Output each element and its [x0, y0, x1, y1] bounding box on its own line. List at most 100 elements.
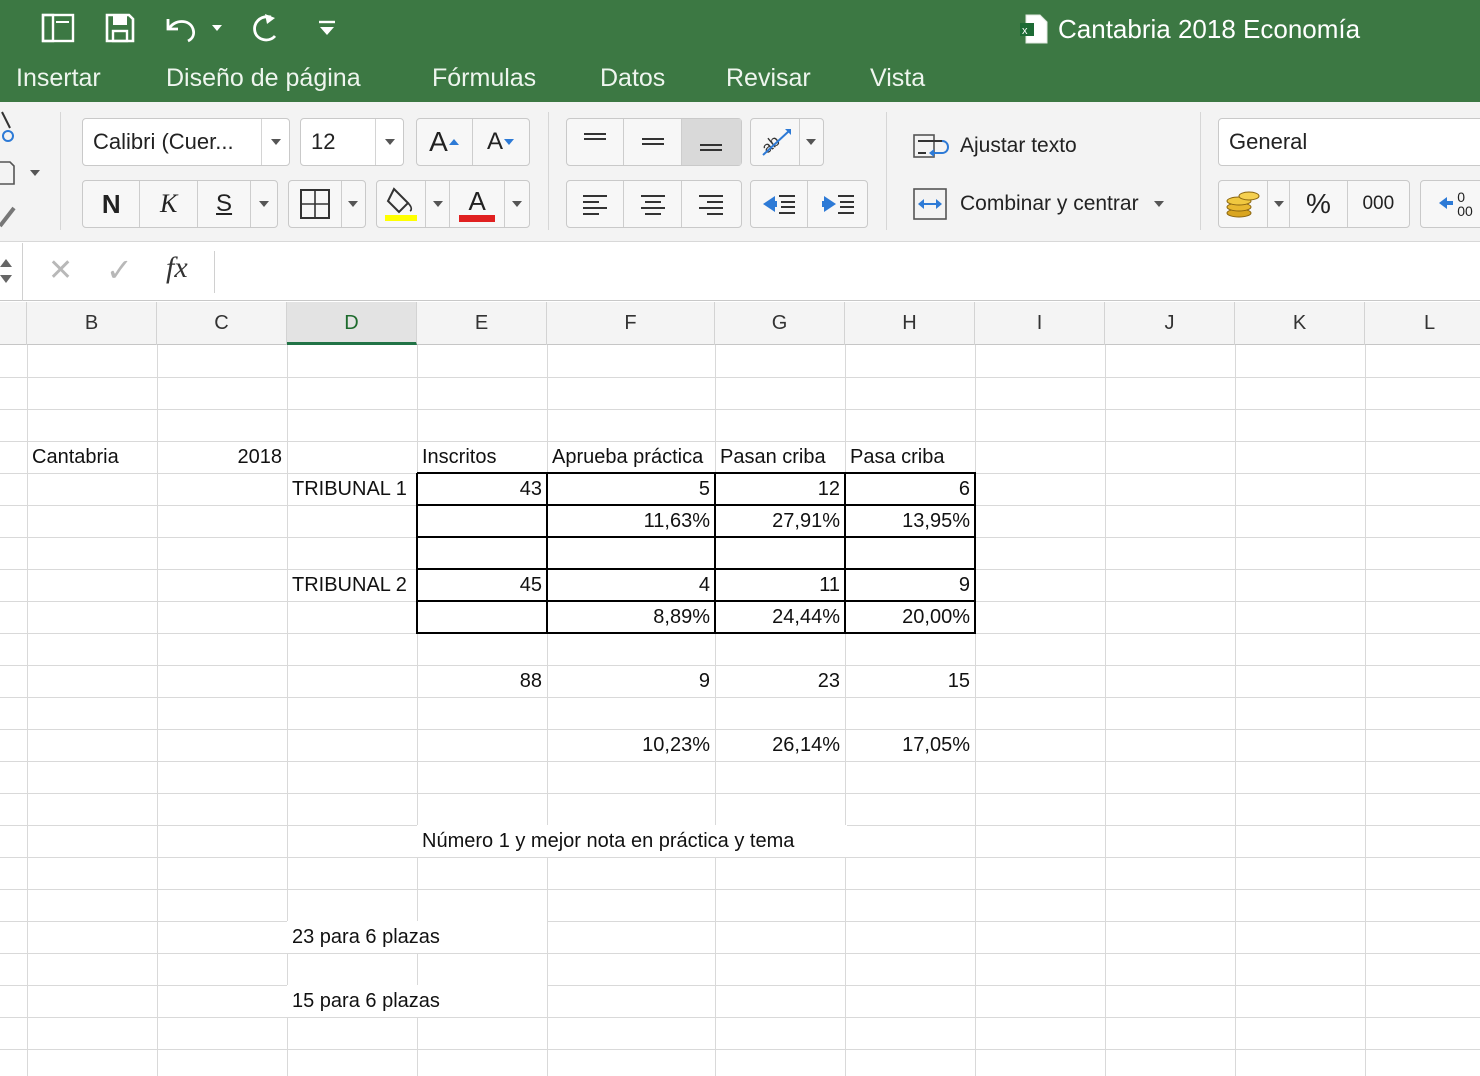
undo-icon[interactable] [160, 10, 226, 46]
increase-indent-icon [821, 195, 854, 214]
decrease-indent-button[interactable] [751, 181, 809, 227]
tab-data[interactable]: Datos [600, 64, 665, 93]
customize-toolbar-icon[interactable] [312, 10, 342, 46]
font-color-button[interactable]: A [450, 181, 506, 227]
cell-h5[interactable]: 6 [845, 473, 975, 505]
cell-g9[interactable]: 24,44% [715, 601, 845, 633]
cell-e11[interactable]: 88 [417, 665, 547, 697]
align-top-button[interactable] [567, 119, 625, 165]
align-middle-button[interactable] [624, 119, 682, 165]
font-name-select[interactable]: Calibri (Cuer... [82, 118, 290, 166]
number-format-select[interactable]: General [1218, 118, 1480, 166]
chevron-down-icon[interactable] [1153, 200, 1165, 208]
chevron-down-icon[interactable] [261, 119, 289, 165]
confirm-icon[interactable]: ✓ [106, 251, 133, 289]
accounting-format-button[interactable] [1219, 181, 1269, 227]
align-center-button[interactable] [624, 181, 682, 227]
wrap-text-button[interactable]: Ajustar texto [912, 126, 1162, 166]
tab-page-layout[interactable]: Diseño de página [166, 64, 361, 93]
insert-function-icon[interactable]: fx [166, 251, 188, 285]
tab-review[interactable]: Revisar [726, 64, 811, 93]
align-bottom-button[interactable] [681, 119, 741, 165]
column-header-e[interactable]: E [417, 302, 547, 345]
cell-g4[interactable]: Pasan criba [715, 441, 845, 473]
cell-g11[interactable]: 23 [715, 665, 845, 697]
cell-h13[interactable]: 17,05% [845, 729, 975, 761]
sidebar-toggle-icon[interactable] [38, 10, 78, 46]
cancel-icon[interactable]: ✕ [48, 253, 73, 288]
cell-h4[interactable]: Pasa criba [845, 441, 975, 473]
cell-f8[interactable]: 4 [547, 569, 715, 601]
cell-g6[interactable]: 27,91% [715, 505, 845, 537]
cell-f4[interactable]: Aprueba práctica [547, 441, 715, 473]
column-header-i[interactable]: I [975, 302, 1105, 345]
cell-f13[interactable]: 10,23% [547, 729, 715, 761]
formula-input[interactable] [214, 251, 1480, 293]
column-header-h[interactable]: H [845, 302, 975, 345]
font-size-select[interactable]: 12 [300, 118, 404, 166]
cell-e5[interactable]: 43 [417, 473, 547, 505]
cell-h9[interactable]: 20,00% [845, 601, 975, 633]
cell-e16[interactable]: Número 1 y mejor nota en práctica y tema [417, 825, 847, 857]
chevron-down-icon[interactable] [342, 181, 365, 227]
name-box-spinner-icon[interactable] [0, 249, 14, 296]
column-header-partial[interactable] [0, 302, 27, 345]
align-right-button[interactable] [682, 181, 741, 227]
tab-formulas[interactable]: Fórmulas [432, 64, 536, 93]
column-header-f[interactable]: F [547, 302, 715, 345]
tab-insert[interactable]: Insertar [16, 64, 101, 93]
cell-d19[interactable]: 23 para 6 plazas [287, 921, 547, 953]
chevron-down-icon[interactable] [1268, 181, 1291, 227]
align-left-button[interactable] [567, 181, 625, 227]
tab-view[interactable]: Vista [870, 64, 925, 93]
column-header-g[interactable]: G [715, 302, 845, 345]
format-painter-icon[interactable] [0, 202, 18, 235]
cell-h6[interactable]: 13,95% [845, 505, 975, 537]
cell-f9[interactable]: 8,89% [547, 601, 715, 633]
increase-font-size-button[interactable]: A [417, 119, 474, 165]
cell-f6[interactable]: 11,63% [547, 505, 715, 537]
chevron-down-icon[interactable] [251, 181, 277, 227]
decrease-font-size-button[interactable]: A [473, 119, 529, 165]
text-orientation-button[interactable]: ab [751, 119, 800, 165]
cell-h8[interactable]: 9 [845, 569, 975, 601]
cell-b4[interactable]: Cantabria [27, 441, 157, 473]
chevron-down-icon[interactable] [375, 119, 403, 165]
column-header-c[interactable]: C [157, 302, 287, 345]
increase-decimal-button[interactable]: 0 00 [1421, 181, 1480, 227]
cut-icon[interactable] [0, 110, 18, 149]
save-icon[interactable] [100, 10, 140, 46]
fill-color-button[interactable] [377, 181, 427, 227]
cell-h11[interactable]: 15 [845, 665, 975, 697]
column-header-l[interactable]: L [1365, 302, 1480, 345]
cell-area[interactable]: Cantabria 2018 Inscritos Aprueba práctic… [0, 345, 1480, 1076]
percent-style-button[interactable]: % [1290, 181, 1348, 227]
chevron-down-icon[interactable] [505, 181, 529, 227]
cell-d21[interactable]: 15 para 6 plazas [287, 985, 547, 1017]
cell-e4[interactable]: Inscritos [417, 441, 547, 473]
chevron-down-icon[interactable] [800, 119, 823, 165]
column-header-d[interactable]: D [287, 302, 417, 345]
column-header-j[interactable]: J [1105, 302, 1235, 345]
cell-g13[interactable]: 26,14% [715, 729, 845, 761]
cell-g8[interactable]: 11 [715, 569, 845, 601]
column-header-k[interactable]: K [1235, 302, 1365, 345]
chevron-down-icon[interactable] [426, 181, 451, 227]
borders-button[interactable] [289, 181, 342, 227]
cell-g5[interactable]: 12 [715, 473, 845, 505]
copy-icon[interactable] [0, 158, 44, 193]
bold-button[interactable]: N [83, 181, 141, 227]
cell-c4[interactable]: 2018 [157, 441, 287, 473]
cell-d8[interactable]: TRIBUNAL 2 [287, 569, 417, 601]
merge-center-button[interactable]: Combinar y centrar [912, 184, 1182, 224]
underline-button[interactable]: S [198, 181, 252, 227]
column-header-b[interactable]: B [27, 302, 157, 345]
thousands-separator-button[interactable]: 000 [1348, 181, 1409, 227]
cell-f5[interactable]: 5 [547, 473, 715, 505]
italic-button[interactable]: K [140, 181, 198, 227]
cell-e8[interactable]: 45 [417, 569, 547, 601]
redo-icon[interactable] [246, 10, 284, 46]
cell-f11[interactable]: 9 [547, 665, 715, 697]
cell-d5[interactable]: TRIBUNAL 1 [287, 473, 417, 505]
increase-indent-button[interactable] [808, 181, 867, 227]
